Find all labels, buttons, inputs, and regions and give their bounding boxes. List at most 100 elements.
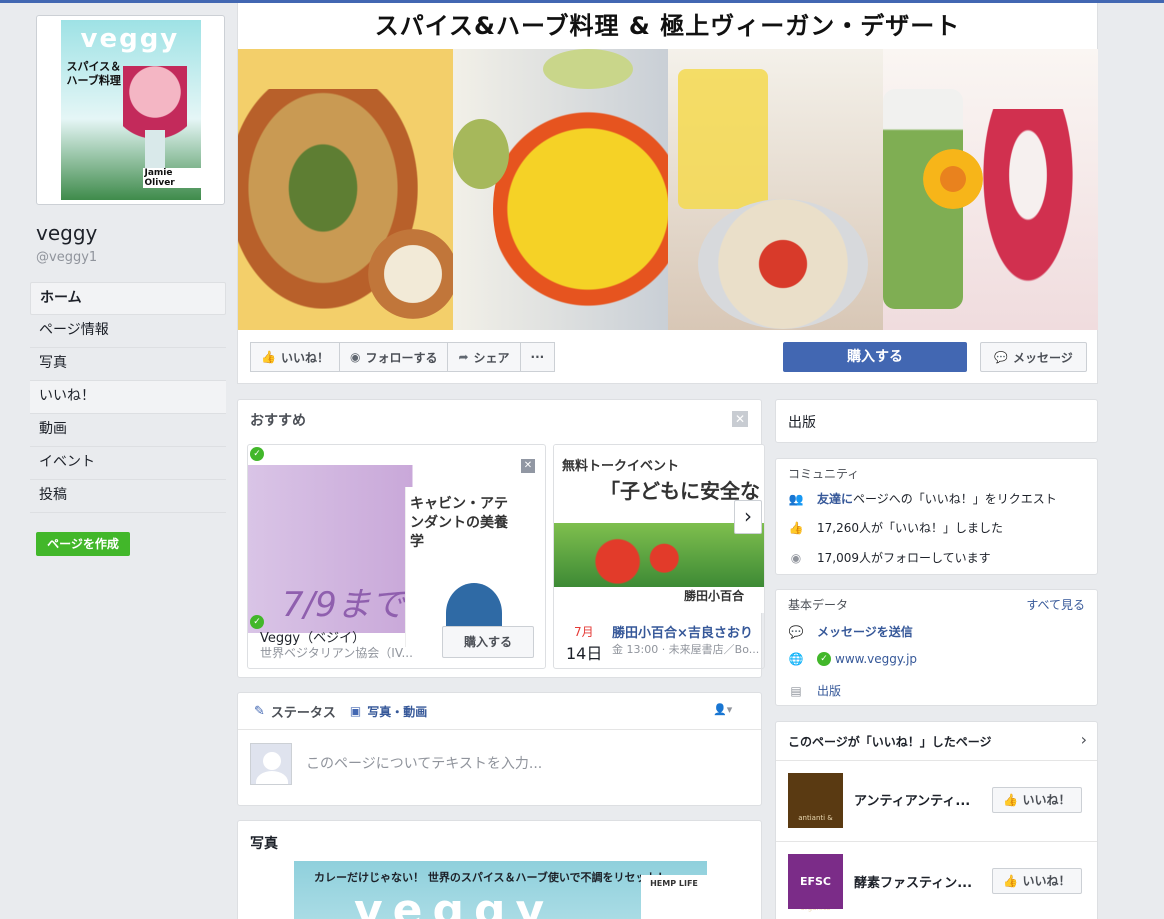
about-category-link[interactable]: 出版 (817, 682, 841, 699)
liked-pages-title[interactable]: このページが「いいね！」したページ (788, 733, 992, 750)
status-tab-label: ステータス (270, 705, 336, 721)
post-composer: ✎ ステータス ▣ 写真・動画 👤▾ このページについてテキストを入力... (237, 692, 762, 806)
liked-page-logo-text: EFSC (799, 875, 832, 888)
send-message-link[interactable]: メッセージを送信 (817, 623, 913, 640)
community-card: コミュニティ 👥 友達に ページへの「いいね！」をリクエスト 👍 17,260人が… (775, 458, 1098, 575)
event-detail: 金 13:00 · 未来屋書店／Bo... (612, 643, 760, 656)
website-row: 🌐 ✓ www.veggy.jp (788, 652, 917, 666)
liked-page-logo[interactable]: antianti & organics (788, 773, 843, 912)
photo-logo: veggy (354, 885, 555, 919)
photos-title[interactable]: 写真 (250, 833, 278, 853)
recommended-buy-button[interactable]: 購入する (442, 626, 534, 658)
cover-title: スパイス&ハーブ料理 & 極上ヴィーガン・デザート (374, 12, 961, 40)
event-author: 勝田小百合 (684, 589, 745, 603)
recommended-item-event[interactable]: 無料トークイベント 「子どもに安全な 勝田小百合 7月 14日 勝田小百合×吉良… (553, 444, 765, 669)
buy-button[interactable]: 購入する (783, 342, 967, 372)
like-label: いいね！ (280, 350, 329, 365)
about-title: 基本データ (788, 598, 849, 612)
photo-tab-label: 写真・動画 (367, 704, 428, 719)
community-title[interactable]: コミュニティ (788, 465, 859, 482)
photo-thumbnail[interactable]: カレーだけじゃない！ 世界のスパイス＆ハーブ使いで不調をリセット！ veggy … (294, 861, 707, 919)
building-icon: ▤ (790, 683, 802, 698)
nav-item-events[interactable]: イベント (30, 447, 226, 480)
page-handle[interactable]: @veggy1 (36, 250, 97, 265)
profile-picture[interactable]: veggy スパイス＆ハーブ料理 Jamie Oliver (36, 15, 225, 205)
recommended-item-shop[interactable]: ✓ 7/9まで キャビン・アテンダントの美養学 ✕ ✓ Veggy（ベジイ） 世… (247, 444, 546, 669)
dismiss-icon[interactable]: ✕ (521, 459, 535, 473)
magazine-person: Jamie Oliver (142, 168, 201, 188)
liked-page-like-button[interactable]: 👍 いいね！ (992, 787, 1082, 813)
composer-tabs: ✎ ステータス ▣ 写真・動画 (238, 693, 761, 730)
follows-row: ◉ 17,009人がフォローしています (788, 549, 991, 566)
audience-selector-icon[interactable]: 👤▾ (713, 703, 739, 719)
nav-item-posts[interactable]: 投稿 (30, 480, 226, 513)
recommended-card: おすすめ ✕ ✓ 7/9まで キャビン・アテンダントの美養学 ✕ ✓ Veggy… (237, 399, 765, 678)
follow-button[interactable]: ◉ フォローする (338, 342, 449, 372)
invite-text: ページへの「いいね！」をリクエスト (853, 492, 1057, 506)
more-button[interactable]: ··· (519, 342, 556, 372)
about-card: 基本データ すべて見る 💬 メッセージを送信 🌐 ✓ www.veggy.jp … (775, 589, 1098, 706)
page-name[interactable]: veggy (36, 221, 97, 245)
close-icon[interactable]: ✕ (732, 411, 748, 427)
share-button[interactable]: ➦ シェア (447, 342, 521, 372)
liked-page-name[interactable]: アンティアンティ... (854, 790, 970, 809)
follow-label: フォローする (365, 350, 438, 365)
category-row: ▤ 出版 (788, 682, 841, 699)
photo-badge: HEMP LIFE (641, 875, 707, 919)
magazine-cover: veggy スパイス＆ハーブ料理 Jamie Oliver (60, 20, 201, 200)
book-title: キャビン・アテンダントの美養学 (410, 496, 508, 550)
invite-friends-link[interactable]: 友達に (817, 490, 853, 507)
like-label: いいね！ (1022, 874, 1071, 888)
divider (776, 760, 1097, 761)
like-button[interactable]: 👍 いいね！ (250, 342, 340, 372)
category-label[interactable]: 出版 (788, 412, 816, 432)
event-day: 14日 (566, 644, 603, 663)
verified-icon: ✓ (250, 447, 264, 461)
create-page-button[interactable]: ページを作成 (36, 532, 130, 556)
photos-card: 写真 カレーだけじゃない！ 世界のスパイス＆ハーブ使いで不調をリセット！ veg… (237, 820, 762, 919)
cover-panel-parfait (883, 49, 1098, 330)
thumbs-up-icon: 👍 (261, 350, 276, 364)
chevron-right-icon[interactable]: › (1081, 730, 1087, 749)
nav-item-photos[interactable]: 写真 (30, 348, 226, 381)
composer-input[interactable]: このページについてテキストを入力... (306, 753, 542, 773)
chevron-right-icon[interactable]: › (734, 500, 762, 534)
website-link[interactable]: www.veggy.jp (835, 652, 917, 666)
messenger-icon: 💬 (788, 624, 804, 639)
glass-image (144, 130, 165, 170)
liked-page-like-button[interactable]: 👍 いいね！ (992, 868, 1082, 894)
liked-page-logo[interactable]: EFSC (788, 854, 843, 909)
pencil-icon: ✎ (254, 703, 265, 719)
liked-page-name[interactable]: 酵素ファスティン... (854, 872, 972, 891)
invite-row: 👥 友達に ページへの「いいね！」をリクエスト (788, 490, 1057, 507)
verified-icon: ✓ (817, 652, 831, 666)
photo-video-tab[interactable]: ▣ 写真・動画 (350, 703, 427, 720)
globe-icon: 🌐 (788, 652, 804, 666)
message-label: メッセージ (1012, 350, 1073, 365)
avatar (250, 743, 292, 785)
magazine-logo: veggy (80, 24, 180, 54)
divider (776, 841, 1097, 842)
nav-item-about[interactable]: ページ情報 (30, 315, 226, 348)
page-nav: ホーム ページ情報 写真 いいね！ 動画 イベント 投稿 (30, 282, 226, 513)
see-all-link[interactable]: すべて見る (1026, 596, 1085, 613)
event-month: 7月 (574, 625, 594, 639)
status-tab[interactable]: ✎ ステータス (254, 702, 336, 721)
message-button[interactable]: 💬 メッセージ (980, 342, 1087, 372)
follows-count: 17,009人がフォローしています (817, 551, 991, 565)
photo-caption: カレーだけじゃない！ 世界のスパイス＆ハーブ使いで不調をリセット！ (314, 871, 669, 884)
nav-item-home[interactable]: ホーム (30, 282, 226, 315)
likes-row: 👍 17,260人が「いいね！」しました (788, 519, 1003, 536)
page-actions: 👍 いいね！ ◉ フォローする ➦ シェア ··· (250, 342, 556, 372)
event-image-heading: 無料トークイベント (562, 459, 680, 474)
share-label: シェア (473, 350, 510, 365)
nav-item-likes[interactable]: いいね！ (30, 381, 226, 414)
cover-photo[interactable] (238, 49, 1098, 330)
book-cover: キャビン・アテンダントの美養学 (405, 487, 517, 647)
magazine-headline: スパイス＆ハーブ料理 (66, 60, 122, 87)
nav-item-videos[interactable]: 動画 (30, 414, 226, 447)
cover-section: スパイス&ハーブ料理 & 極上ヴィーガン・デザート 👍 いいね！ ◉ フォローする … (237, 3, 1098, 384)
recommended-subtitle: 世界ベジタリアン協会（IV... (260, 646, 413, 660)
event-title[interactable]: 勝田小百合×吉良さおり (612, 622, 753, 641)
share-icon: ➦ (458, 350, 469, 364)
